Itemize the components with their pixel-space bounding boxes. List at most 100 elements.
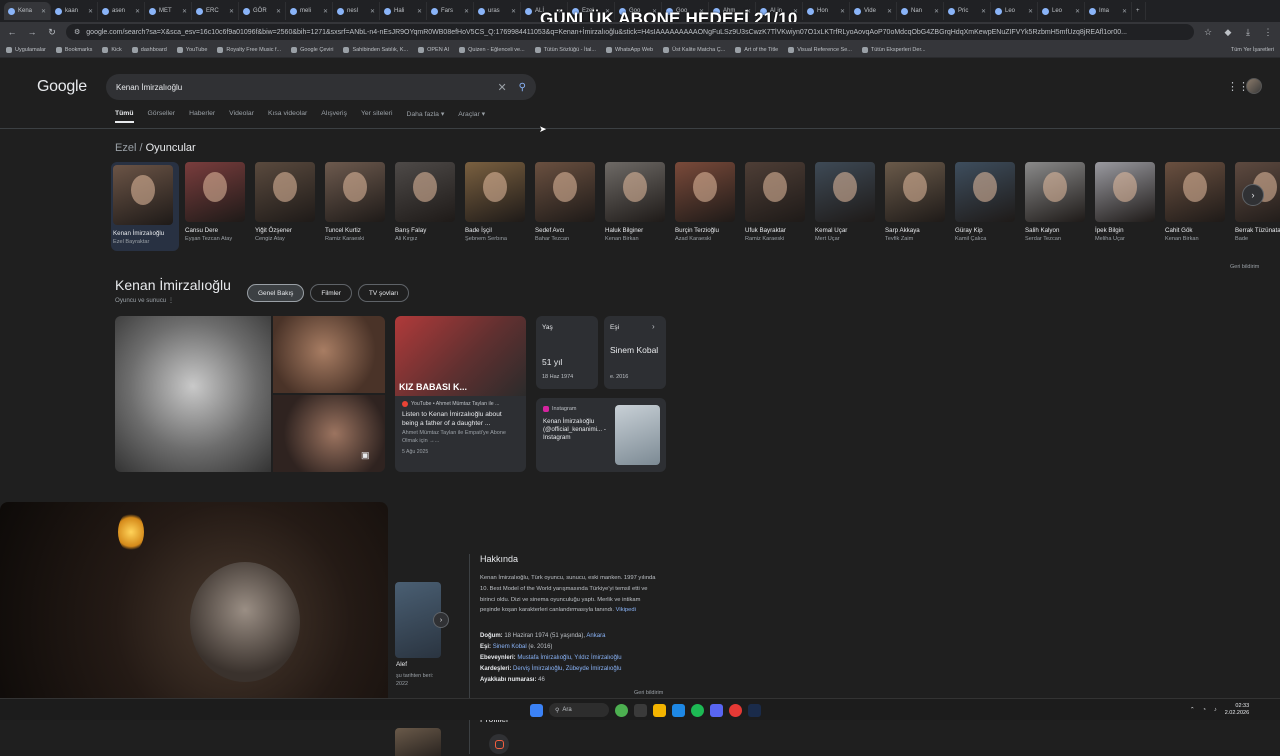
- cast-member[interactable]: Haluk Bilginer Kenan Birkan: [605, 162, 665, 251]
- bookmark-item[interactable]: Sahibinden Satılık, K...: [343, 46, 408, 53]
- tab-close-icon[interactable]: ✕: [511, 8, 516, 15]
- feedback-link-2[interactable]: Geri bildirim: [634, 690, 663, 696]
- cast-photo[interactable]: [675, 162, 735, 222]
- start-icon[interactable]: [530, 703, 543, 717]
- cast-photo[interactable]: [955, 162, 1015, 222]
- cast-photo[interactable]: [1095, 162, 1155, 222]
- browser-tab[interactable]: Leo ✕: [991, 2, 1038, 20]
- cast-member[interactable]: Bade İşçil Şebnem Serbına: [465, 162, 525, 251]
- search-tab[interactable]: Alışveriş: [321, 110, 347, 123]
- panel-chip[interactable]: Filmler: [310, 284, 352, 302]
- age-card[interactable]: Yaş 51 yıl 18 Haz 1974: [536, 316, 598, 389]
- spouse-card[interactable]: Eşi › Sinem Kobal e. 2016: [604, 316, 666, 389]
- fact-link[interactable]: Sinem Kobal: [493, 644, 527, 650]
- chevron-right-icon[interactable]: ›: [652, 322, 655, 331]
- browser-tab[interactable]: MET ✕: [145, 2, 192, 20]
- fact-link[interactable]: Derviş İmirzalıoğlu, Zübeyde İmirzalıoğl…: [513, 666, 621, 672]
- clear-icon[interactable]: ✕: [497, 81, 506, 94]
- cast-photo[interactable]: [1165, 162, 1225, 222]
- cast-photo[interactable]: [255, 162, 315, 222]
- cast-member[interactable]: Cahit Gök Kenan Birkan: [1165, 162, 1225, 251]
- film-poster-2[interactable]: [395, 728, 441, 756]
- tab-close-icon[interactable]: ✕: [182, 8, 187, 15]
- spotify-icon[interactable]: [691, 703, 704, 717]
- tab-close-icon[interactable]: ✕: [370, 8, 375, 15]
- browser-tab[interactable]: ERC ✕: [192, 2, 239, 20]
- cast-photo[interactable]: [113, 165, 173, 225]
- search-tab[interactable]: Araçlar ▾: [458, 110, 485, 123]
- more-options-icon[interactable]: ⋮: [168, 297, 174, 304]
- cast-photo[interactable]: [1025, 162, 1085, 222]
- video-title[interactable]: Listen to Kenan İmirzalıoğlu about being…: [395, 410, 526, 428]
- cast-member[interactable]: Burçin Terzioğlu Azad Karaeski: [675, 162, 735, 251]
- cast-member[interactable]: Kenan İmirzalıoğlu Ezel Bayraktar: [111, 162, 179, 251]
- tab-close-icon[interactable]: ✕: [88, 8, 93, 15]
- folder-icon[interactable]: [653, 703, 666, 717]
- tab-close-icon[interactable]: ✕: [276, 8, 281, 15]
- cast-member[interactable]: Ufuk Bayraktar Ramiz Karaeski: [745, 162, 805, 251]
- tab-close-icon[interactable]: ✕: [840, 8, 845, 15]
- site-info-icon[interactable]: ⚙: [74, 28, 80, 36]
- tab-close-icon[interactable]: ✕: [1028, 8, 1033, 15]
- cast-member[interactable]: Cansu Dere Eyşan Tezcan Atay: [185, 162, 245, 251]
- cast-photo[interactable]: [325, 162, 385, 222]
- tab-close-icon[interactable]: ✕: [417, 8, 422, 15]
- google-logo[interactable]: Google: [37, 78, 87, 96]
- tray-chevron-icon[interactable]: ⌃: [1190, 707, 1195, 713]
- search-input[interactable]: Kenan İmirzalıoğlu: [116, 83, 182, 92]
- fact-link[interactable]: Ankara: [586, 633, 605, 639]
- cast-member[interactable]: Salih Kalyon Serdar Tezcan: [1025, 162, 1085, 251]
- search-tab[interactable]: Kısa videolar: [268, 110, 307, 123]
- bookmark-item[interactable]: dashboard: [131, 46, 167, 53]
- carousel-next-button[interactable]: ›: [1242, 184, 1264, 206]
- search-tab[interactable]: Videolar: [229, 110, 254, 123]
- store-icon[interactable]: [672, 703, 685, 717]
- tab-close-icon[interactable]: ✕: [464, 8, 469, 15]
- bookmark-item[interactable]: Tütün Eksperleri Der...: [861, 46, 926, 53]
- browser-tab[interactable]: nesl ✕: [333, 2, 380, 20]
- bookmark-item[interactable]: Bookmarks: [55, 46, 92, 53]
- bookmark-star-icon[interactable]: ☆: [1202, 27, 1214, 38]
- tab-close-icon[interactable]: ✕: [981, 8, 986, 15]
- portrait-photo-2[interactable]: [273, 316, 385, 393]
- instagram-card[interactable]: Instagram Kenan İmirzalıoğlu (@official_…: [536, 398, 666, 472]
- browser-tab[interactable]: Vide ✕: [850, 2, 897, 20]
- bookmark-item[interactable]: Uygulamalar: [6, 46, 46, 53]
- instagram-icon[interactable]: [489, 734, 509, 754]
- obs-icon[interactable]: [729, 703, 742, 717]
- browser-tab[interactable]: meli ✕: [286, 2, 333, 20]
- taskbar-search[interactable]: ⚲ Ara: [549, 703, 609, 717]
- bookmark-item[interactable]: Google Çeviri: [291, 46, 333, 53]
- tab-close-icon[interactable]: ✕: [41, 8, 46, 15]
- fact-link[interactable]: Mustafa İmirzalıoğlu, Yıldız İmirzalıoğl…: [517, 655, 621, 661]
- search-tab[interactable]: Görseller: [148, 110, 176, 123]
- menu-icon[interactable]: ⋮: [1262, 27, 1274, 38]
- bookmark-item[interactable]: Royalty Free Music f...: [217, 46, 281, 53]
- cast-photo[interactable]: [745, 162, 805, 222]
- browser-tab[interactable]: asen ✕: [98, 2, 145, 20]
- video-thumbnail[interactable]: KIZ BABASI K...: [395, 316, 526, 396]
- bookmark-item[interactable]: Visual Reference Se...: [788, 46, 852, 53]
- cast-photo[interactable]: [815, 162, 875, 222]
- bookmark-item[interactable]: Art of the Title: [735, 46, 778, 53]
- browser-tab[interactable]: Nan ✕: [897, 2, 944, 20]
- browser-tab[interactable]: Fars ✕: [427, 2, 474, 20]
- browser-tab[interactable]: Leo ✕: [1038, 2, 1085, 20]
- tab-close-icon[interactable]: ✕: [1075, 8, 1080, 15]
- cast-photo[interactable]: [185, 162, 245, 222]
- cast-member[interactable]: Kemal Uçar Mert Uçar: [815, 162, 875, 251]
- portrait-photo-1[interactable]: [115, 316, 271, 472]
- search-tab[interactable]: Haberler: [189, 110, 215, 123]
- cast-photo[interactable]: [605, 162, 665, 222]
- search-box[interactable]: Kenan İmirzalıoğlu ✕ ⚲: [106, 74, 536, 100]
- instagram-thumbnail[interactable]: [615, 405, 660, 465]
- tab-close-icon[interactable]: ✕: [934, 8, 939, 15]
- cast-member[interactable]: Tuncel Kurtiz Ramiz Karaeski: [325, 162, 385, 251]
- avatar[interactable]: [1246, 78, 1262, 94]
- extensions-icon[interactable]: ◆: [1222, 27, 1234, 38]
- bookmark-item[interactable]: Quizen - Eğlenceli ve...: [459, 46, 525, 53]
- panel-chip[interactable]: Genel Bakış: [247, 284, 305, 302]
- browser-tab[interactable]: Ima ✕: [1085, 2, 1132, 20]
- film-next-button[interactable]: ›: [433, 612, 449, 628]
- forward-icon[interactable]: →: [26, 27, 38, 37]
